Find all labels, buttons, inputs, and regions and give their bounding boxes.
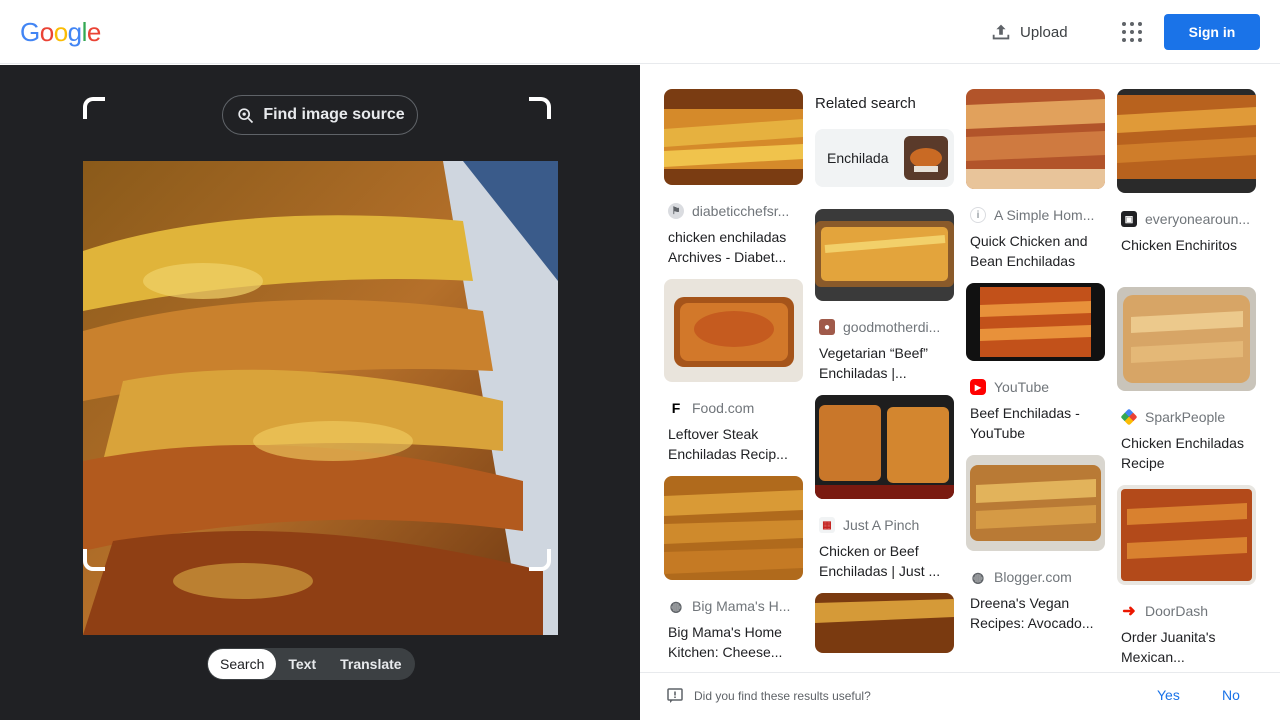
result-source: ◍ Big Mama's H... (669, 597, 791, 615)
related-chip-label: Enchilada (827, 150, 889, 166)
result-thumbnail[interactable] (966, 283, 1105, 361)
result-card[interactable]: ● goodmotherdi... Vegetarian “Beef” Enchi… (815, 209, 954, 383)
find-image-source-label: Find image source (263, 106, 405, 123)
result-card[interactable]: SparkPeople Chicken Enchiladas Recipe (1117, 287, 1256, 473)
related-search-chip[interactable]: Enchilada (815, 129, 954, 187)
feedback-yes-button[interactable]: Yes (1157, 687, 1180, 703)
result-title[interactable]: Dreena's Vegan Recipes: Avocado... (966, 593, 1105, 633)
mode-translate-tab[interactable]: Translate (328, 649, 413, 679)
result-source: ● goodmotherdi... (815, 317, 954, 337)
result-card[interactable]: ▣ everyonearoun... Chicken Enchiritos (1117, 89, 1256, 275)
sign-in-button[interactable]: Sign in (1164, 14, 1260, 50)
result-thumbnail[interactable] (664, 279, 803, 382)
source-favicon-icon: ● (819, 319, 835, 335)
source-favicon-icon: i (970, 207, 986, 223)
result-card[interactable] (815, 593, 954, 653)
related-chip-thumbnail (904, 136, 948, 180)
result-title[interactable]: Beef Enchiladas - YouTube (966, 403, 1105, 443)
result-title[interactable]: Leftover Steak Enchiladas Recip... (664, 424, 803, 464)
feedback-bar: Did you find these results useful? Yes N… (640, 672, 1280, 720)
logo-letter: e (86, 17, 101, 47)
result-card[interactable]: ⚑ diabeticchefsr... chicken enchiladas Ar… (664, 89, 803, 267)
result-title[interactable]: chicken enchiladas Archives - Diabet... (664, 227, 803, 267)
query-image[interactable] (83, 161, 558, 635)
globe-icon: ◍ (669, 597, 683, 614)
result-card[interactable]: iA Simple Hom... Quick Chicken and Bean … (966, 89, 1105, 271)
result-thumbnail[interactable] (966, 455, 1105, 551)
result-source: ➜ DoorDash (1122, 603, 1209, 620)
top-bar: Google Upload Sign in (0, 0, 1280, 64)
logo-letter: g (67, 17, 82, 47)
logo-letter: G (20, 17, 40, 47)
result-title[interactable]: Vegetarian “Beef” Enchiladas |... (815, 343, 954, 383)
result-card[interactable]: ▶ YouTube Beef Enchiladas - YouTube (966, 283, 1105, 443)
result-title[interactable]: Big Mama's Home Kitchen: Cheese... (664, 622, 803, 662)
result-card[interactable]: ◍ Blogger.com Dreena's Vegan Recipes: Avo… (966, 455, 1105, 633)
result-source: SparkPeople (1117, 407, 1256, 427)
crop-handle-bottom-left[interactable] (83, 549, 105, 571)
globe-icon: ◍ (971, 568, 985, 585)
result-thumbnail[interactable] (815, 593, 954, 653)
google-logo[interactable]: Google (20, 17, 101, 47)
results-column: ▣ everyonearoun... Chicken Enchiritos Spa… (1117, 89, 1256, 679)
lens-search-icon (238, 108, 254, 124)
results-column: iA Simple Hom... Quick Chicken and Bean … (966, 89, 1105, 645)
mode-search-tab[interactable]: Search (208, 649, 277, 679)
upload-icon (992, 24, 1010, 40)
feedback-no-button[interactable]: No (1222, 687, 1240, 703)
source-favicon-icon: ⚑ (668, 203, 684, 219)
result-source: ◍ Blogger.com (971, 568, 1072, 586)
result-thumbnail[interactable] (1117, 89, 1256, 193)
result-source: ⚑ diabeticchefsr... (664, 201, 803, 221)
sparkpeople-icon (1120, 408, 1138, 426)
source-favicon-icon: ▣ (1121, 211, 1137, 227)
crop-handle-top-right[interactable] (529, 97, 551, 119)
results-column: ⚑ diabeticchefsr... chicken enchiladas Ar… (664, 89, 803, 674)
crop-handle-bottom-right[interactable] (529, 549, 551, 571)
lens-panel: Find image source Search Text Translate (0, 65, 640, 720)
results-panel: ⚑ diabeticchefsr... chicken enchiladas Ar… (640, 65, 1280, 720)
results-column: Related search Enchilada ● goodmotherdi..… (815, 89, 954, 665)
result-card[interactable]: ▦ Just A Pinch Chicken or Beef Enchiladas… (815, 395, 954, 581)
lens-mode-switcher: Search Text Translate (207, 648, 415, 680)
result-thumbnail[interactable] (664, 89, 803, 185)
result-title[interactable]: Chicken Enchiladas Recipe (1117, 433, 1256, 473)
result-thumbnail[interactable] (1117, 485, 1256, 585)
logo-letter: o (39, 17, 54, 47)
result-title[interactable]: Quick Chicken and Bean Enchiladas (966, 231, 1105, 271)
feedback-question: Did you find these results useful? (694, 689, 871, 703)
feedback-icon (667, 688, 683, 703)
result-source: ▣ everyonearoun... (1117, 209, 1256, 229)
result-source: ▦ Just A Pinch (815, 515, 954, 535)
food-com-favicon-icon: F (668, 400, 684, 416)
result-thumbnail[interactable] (664, 476, 803, 580)
result-thumbnail[interactable] (1117, 287, 1256, 391)
source-favicon-icon: ▦ (819, 517, 835, 533)
logo-letter: o (53, 17, 68, 47)
crop-handle-top-left[interactable] (83, 97, 105, 119)
result-thumbnail[interactable] (966, 89, 1105, 189)
result-title[interactable]: Chicken or Beef Enchiladas | Just ... (815, 541, 954, 581)
upload-button[interactable]: Upload (990, 20, 1068, 44)
find-image-source-button[interactable]: Find image source (222, 95, 418, 135)
doordash-icon: ➜ (1122, 603, 1136, 620)
result-card[interactable]: ◍ Big Mama's H... Big Mama's Home Kitchen… (664, 476, 803, 662)
result-thumbnail[interactable] (815, 209, 954, 301)
mode-text-tab[interactable]: Text (276, 649, 328, 679)
result-title[interactable]: Chicken Enchiritos (1117, 235, 1256, 275)
result-card[interactable]: F Food.com Leftover Steak Enchiladas Reci… (664, 279, 803, 464)
related-search-heading: Related search (815, 95, 916, 112)
youtube-icon: ▶ (970, 379, 986, 395)
result-thumbnail[interactable] (815, 395, 954, 499)
result-source: iA Simple Hom... (966, 205, 1105, 225)
result-source: ▶ YouTube (966, 377, 1105, 397)
upload-label: Upload (1020, 23, 1068, 41)
result-card[interactable]: ➜ DoorDash Order Juanita's Mexican... (1117, 485, 1256, 667)
result-source: F Food.com (664, 398, 803, 418)
result-title[interactable]: Order Juanita's Mexican... (1117, 627, 1256, 667)
apps-grid-icon[interactable] (1120, 20, 1144, 44)
